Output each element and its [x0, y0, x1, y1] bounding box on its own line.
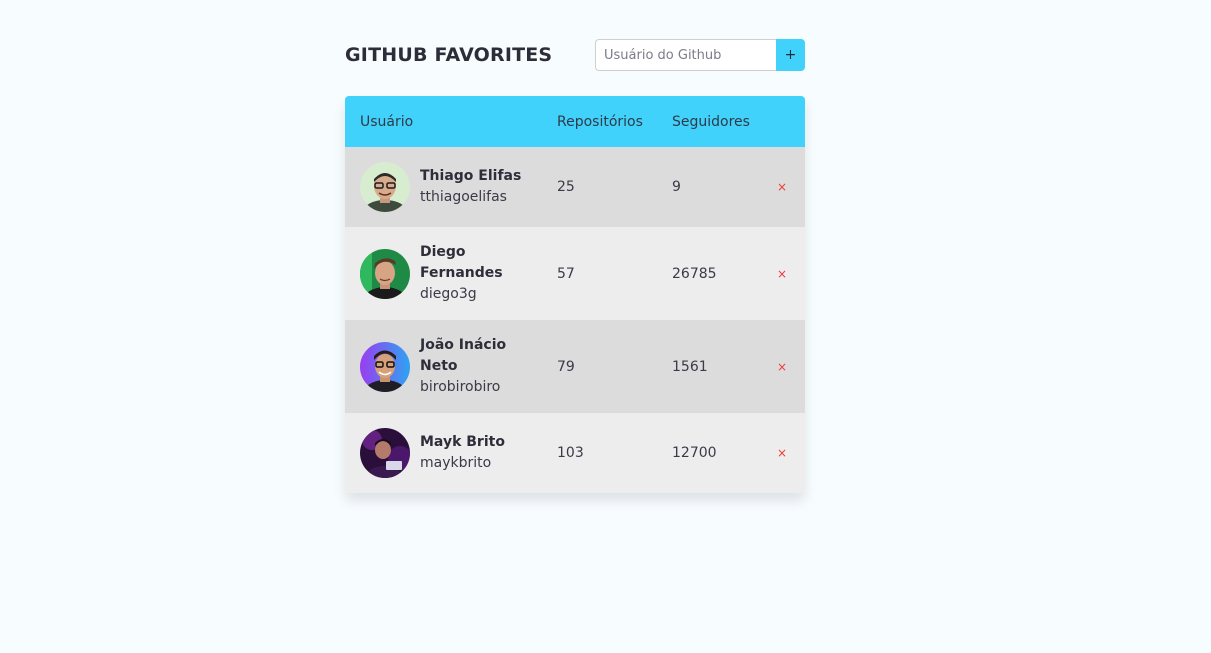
avatar — [360, 428, 410, 478]
user-cell: Mayk Brito maykbrito — [345, 413, 557, 493]
table-header-row: Usuário Repositórios Seguidores — [345, 96, 805, 147]
remove-cell: × — [777, 413, 805, 493]
user-login: diego3g — [420, 286, 477, 302]
header: GITHUB FAVORITES + — [345, 39, 805, 71]
table-header: Usuário Repositórios Seguidores — [345, 96, 805, 147]
table-row: Mayk Brito maykbrito 103 12700 × — [345, 413, 805, 493]
remove-button[interactable]: × — [777, 360, 787, 374]
followers-count: 12700 — [672, 445, 717, 461]
favorites-table: Usuário Repositórios Seguidores Thiago E… — [345, 96, 805, 493]
table-row: João Inácio Neto birobirobiro 79 1561 × — [345, 320, 805, 413]
user-cell: Thiago Elifas tthiagoelifas — [345, 147, 557, 227]
remove-cell: × — [777, 227, 805, 320]
search-input[interactable] — [595, 39, 776, 71]
table-row: Thiago Elifas tthiagoelifas 25 9 × — [345, 147, 805, 227]
column-header-followers: Seguidores — [672, 113, 750, 130]
user-name: Diego Fernandes — [420, 244, 503, 281]
avatar — [360, 162, 410, 212]
user-name: Thiago Elifas — [420, 168, 522, 184]
favorites-table-container: Usuário Repositórios Seguidores Thiago E… — [345, 96, 805, 493]
remove-button[interactable]: × — [777, 267, 787, 281]
remove-cell: × — [777, 320, 805, 413]
column-header-user: Usuário — [360, 113, 414, 130]
remove-button[interactable]: × — [777, 446, 787, 460]
followers-count: 26785 — [672, 265, 717, 282]
avatar — [360, 341, 410, 392]
avatar — [360, 248, 410, 299]
column-header-repositories: Repositórios — [557, 113, 643, 130]
user-cell: Diego Fernandes diego3g — [345, 227, 557, 320]
user-cell: João Inácio Neto birobirobiro — [345, 320, 557, 413]
user-login: tthiagoelifas — [420, 189, 507, 205]
table-body: Thiago Elifas tthiagoelifas 25 9 × Diego… — [345, 147, 805, 493]
page-title: GITHUB FAVORITES — [345, 44, 553, 66]
repositories-count: 79 — [557, 358, 575, 375]
add-favorite-button[interactable]: + — [776, 39, 805, 71]
user-login: birobirobiro — [420, 379, 501, 395]
repositories-count: 25 — [557, 179, 575, 195]
repositories-count: 57 — [557, 265, 575, 282]
followers-count: 9 — [672, 179, 681, 195]
table-row: Diego Fernandes diego3g 57 26785 × — [345, 227, 805, 320]
user-name: João Inácio Neto — [420, 337, 507, 374]
remove-cell: × — [777, 147, 805, 227]
followers-count: 1561 — [672, 358, 708, 375]
app-container: GITHUB FAVORITES + Usuário Repositórios … — [345, 39, 805, 493]
user-login: maykbrito — [420, 455, 492, 471]
repositories-count: 103 — [557, 445, 584, 461]
remove-button[interactable]: × — [777, 180, 787, 194]
user-name: Mayk Brito — [420, 434, 505, 450]
column-header-actions — [777, 96, 805, 147]
search-bar: + — [595, 39, 805, 71]
